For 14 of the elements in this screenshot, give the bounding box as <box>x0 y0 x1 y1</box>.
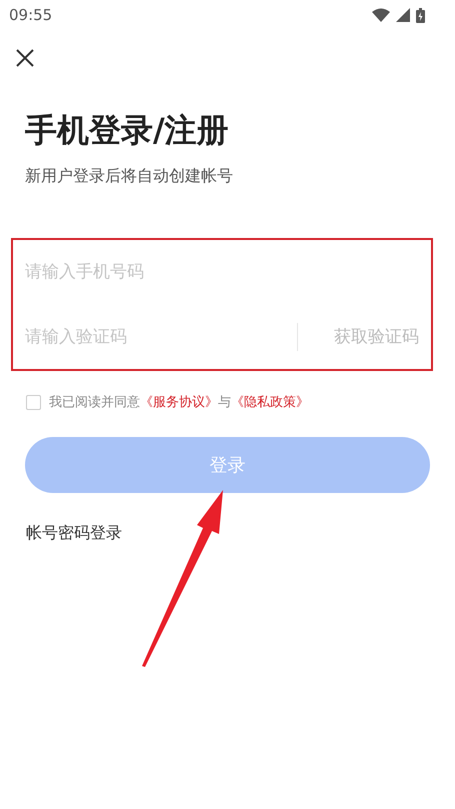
page-title: 手机登录/注册 <box>25 110 230 151</box>
policy-link[interactable]: 《隐私政策》 <box>231 395 309 410</box>
wifi-icon <box>372 8 390 22</box>
close-icon[interactable] <box>15 48 35 68</box>
agreement-text: 我已阅读并同意《服务协议》与《隐私政策》 <box>49 394 309 411</box>
status-time: 09:55 <box>9 6 52 24</box>
battery-icon <box>416 8 425 22</box>
password-login-link[interactable]: 帐号密码登录 <box>26 523 122 544</box>
policy-link[interactable]: 《服务协议》 <box>140 395 218 410</box>
phone-input-field[interactable]: 请输入手机号码 <box>25 262 419 282</box>
code-input-field[interactable]: 请输入验证码 <box>25 326 297 347</box>
signal-icon <box>396 8 410 22</box>
subtitle-text: 新用户登录后将自动创建帐号 <box>25 166 234 187</box>
agree-checkbox[interactable] <box>26 394 41 410</box>
